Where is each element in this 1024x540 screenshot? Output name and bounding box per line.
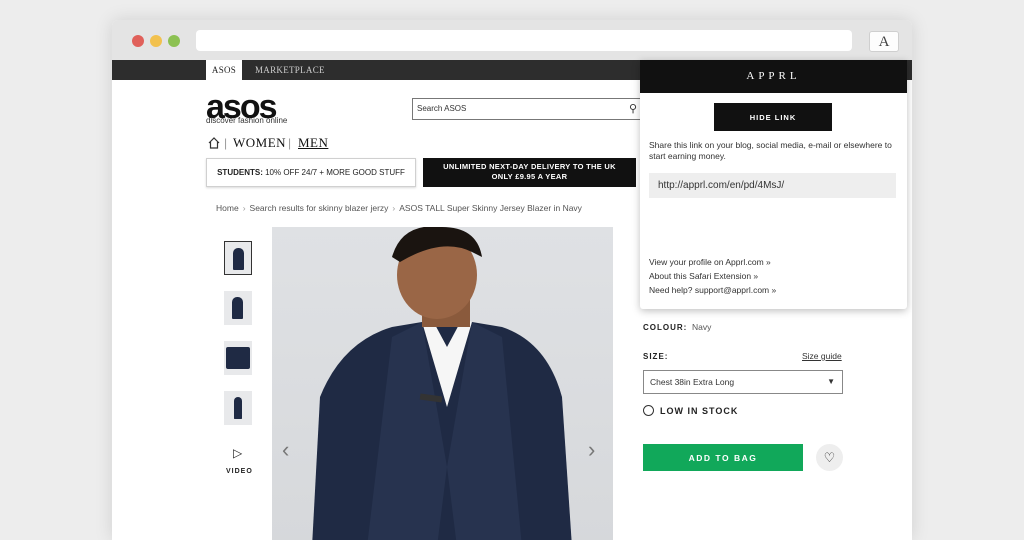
breadcrumb-home[interactable]: Home (216, 203, 239, 213)
students-promo-label: STUDENTS: (217, 168, 263, 177)
tab-marketplace[interactable]: MARKETPLACE (255, 60, 325, 80)
need-help-link[interactable]: Need help? support@apprl.com » (649, 285, 776, 295)
stock-status: LOW IN STOCK (660, 406, 739, 416)
model-photo (312, 227, 572, 540)
close-window-icon[interactable] (132, 35, 144, 47)
breadcrumb-separator: › (392, 203, 396, 213)
nav-women[interactable]: WOMEN (233, 135, 286, 151)
apprl-extension-button[interactable]: A (869, 31, 899, 52)
chevron-down-icon: ▼ (827, 377, 835, 386)
logo-tagline: discover fashion online (206, 116, 288, 125)
breadcrumb: Home › Search results for skinny blazer je… (216, 203, 582, 213)
search-input[interactable]: Search ASOS (412, 98, 646, 120)
about-extension-link[interactable]: About this Safari Extension » (649, 271, 758, 281)
play-icon[interactable]: ▷ (233, 446, 242, 460)
breadcrumb-separator: › (242, 203, 246, 213)
search-icon[interactable]: ⚲ (629, 102, 637, 115)
product-thumbnail[interactable] (224, 291, 252, 325)
address-bar[interactable] (196, 30, 852, 51)
browser-window: A ASOS MARKETPLACE asos discover fashion… (112, 20, 912, 540)
size-select[interactable]: Chest 38in Extra Long ▼ (643, 370, 843, 394)
product-main-image[interactable]: ‹ › (272, 227, 613, 540)
breadcrumb-product: ASOS TALL Super Skinny Jersey Blazer in … (399, 203, 582, 213)
size-selected-value: Chest 38in Extra Long (650, 377, 735, 387)
delivery-promo-line2: ONLY £9.95 A YEAR (491, 172, 568, 181)
size-guide-link[interactable]: Size guide (802, 351, 842, 361)
popup-title: APPRL (640, 60, 907, 93)
previous-image-arrow-icon[interactable]: ‹ (282, 437, 289, 463)
product-thumbnail[interactable] (224, 341, 252, 375)
delivery-promo-line1: UNLIMITED NEXT-DAY DELIVERY TO THE UK (443, 162, 616, 171)
next-image-arrow-icon[interactable]: › (588, 437, 595, 463)
apprl-extension-popup: APPRL HIDE LINK Share this link on your … (640, 60, 907, 309)
share-instructions: Share this link on your blog, social med… (649, 140, 892, 161)
size-label: SIZE: (643, 352, 669, 361)
wishlist-heart-icon[interactable]: ♡ (816, 444, 843, 471)
product-thumbnail[interactable] (224, 241, 252, 275)
clock-icon (643, 405, 654, 416)
nav-divider: | (224, 136, 228, 150)
colour-label: COLOUR: (643, 323, 688, 332)
minimize-window-icon[interactable] (150, 35, 162, 47)
delivery-promo-banner[interactable]: UNLIMITED NEXT-DAY DELIVERY TO THE UK ON… (423, 158, 636, 187)
breadcrumb-search[interactable]: Search results for skinny blazer jerzy (250, 203, 389, 213)
hide-link-button[interactable]: HIDE LINK (714, 103, 832, 131)
colour-value: Navy (692, 322, 712, 332)
students-promo-text: 10% OFF 24/7 + MORE GOOD STUFF (262, 168, 405, 177)
nav-divider: | (288, 136, 292, 150)
view-profile-link[interactable]: View your profile on Apprl.com » (649, 257, 771, 267)
browser-toolbar: A (112, 20, 912, 60)
video-label[interactable]: VIDEO (226, 468, 253, 475)
home-icon[interactable] (208, 137, 220, 149)
add-to-bag-button[interactable]: ADD TO BAG (643, 444, 803, 471)
maximize-window-icon[interactable] (168, 35, 180, 47)
students-promo-banner[interactable]: STUDENTS: 10% OFF 24/7 + MORE GOOD STUFF (206, 158, 416, 187)
tab-asos[interactable]: ASOS (206, 60, 242, 80)
nav-men[interactable]: MEN (298, 135, 328, 151)
product-thumbnail[interactable] (224, 391, 252, 425)
share-link-field[interactable]: http://apprl.com/en/pd/4MsJ/ (649, 173, 896, 198)
